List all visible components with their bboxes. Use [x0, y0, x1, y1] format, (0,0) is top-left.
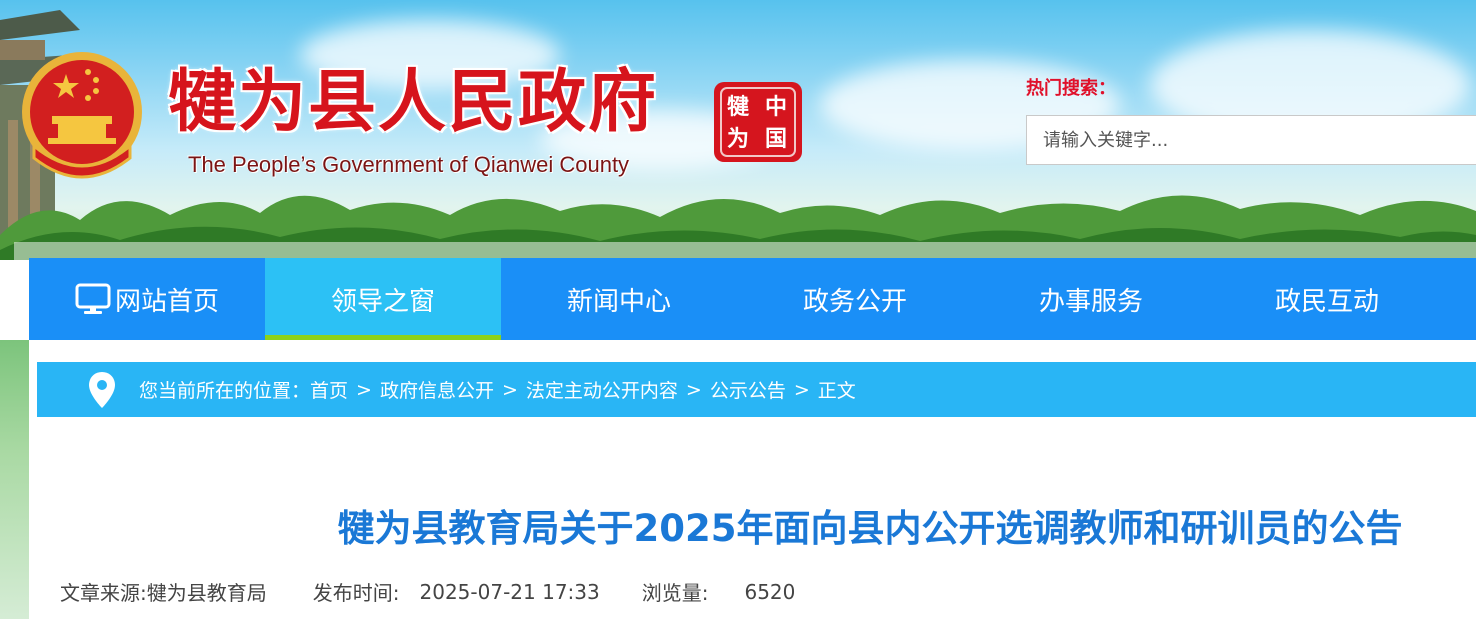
breadcrumb-item-home[interactable]: 首页 [310, 376, 348, 403]
national-emblem-icon [22, 52, 142, 179]
hot-search-label: 热门搜索： [1026, 78, 1116, 99]
breadcrumb-item-current: 正文 [817, 380, 856, 402]
nav-item-gov-affairs[interactable]: 政务公开 [737, 258, 973, 340]
publish-time-value: 2025-07-21 17:33 [419, 579, 600, 604]
nav-item-label: 办事服务 [1038, 286, 1143, 317]
breadcrumb-separator: > [501, 378, 518, 401]
nav-item-interaction[interactable]: 政民互动 [1209, 258, 1445, 340]
source-value: 犍为县教育局 [146, 581, 267, 605]
nav-item-services[interactable]: 办事服务 [973, 258, 1209, 340]
site-title: 犍为县人民政府 [168, 62, 659, 142]
seal-logo: 犍 中 为 国 [714, 82, 802, 162]
main-nav: 网站首页 领导之窗 新闻中心 政务公开 办事服务 政民互动 [29, 258, 1476, 340]
views-count: 6520 [744, 579, 796, 604]
nav-item-label: 网站首页 [114, 286, 219, 317]
nav-item-news[interactable]: 新闻中心 [501, 258, 737, 340]
left-decor-strip [0, 340, 29, 619]
svg-text:中: 中 [765, 94, 787, 120]
nav-item-home[interactable]: 网站首页 [29, 258, 265, 340]
location-pin-icon [89, 371, 115, 408]
site-subtitle: The People’s Government of Qianwei Count… [188, 152, 630, 177]
breadcrumb-separator: > [356, 378, 372, 401]
svg-text:犍: 犍 [727, 94, 750, 120]
publish-time-label: 发布时间: [312, 581, 400, 605]
monitor-icon [75, 283, 111, 314]
breadcrumb-item-gov-info[interactable]: 政府信息公开 [380, 376, 494, 403]
breadcrumb: 您当前所在的位置： 首页 > 政府信息公开 > 法定主动公开内容 > 公示公告 … [37, 362, 1476, 417]
search-input[interactable] [1026, 115, 1476, 165]
nav-item-label: 领导之窗 [330, 286, 435, 317]
header-banner: 犍为县人民政府 The People’s Government of Qianw… [0, 0, 1476, 260]
nav-item-label: 政务公开 [802, 286, 907, 317]
breadcrumb-separator: > [793, 378, 810, 401]
article-title: 犍为县教育局关于2025年面向县内公开选调教师和研训员的公告 [337, 507, 1403, 550]
breadcrumb-prefix: 您当前所在的位置： [139, 380, 311, 402]
article-meta: 文章来源: 犍为县教育局 发布时间: 2025-07-21 17:33 浏览量:… [60, 577, 795, 606]
nav-item-label: 政民互动 [1274, 286, 1379, 317]
nav-item-label: 新闻中心 [566, 286, 671, 317]
breadcrumb-separator: > [685, 378, 702, 401]
breadcrumb-item-statutory[interactable]: 法定主动公开内容 [526, 376, 678, 403]
svg-text:国: 国 [765, 126, 787, 152]
breadcrumb-item-notices[interactable]: 公示公告 [710, 376, 786, 403]
svg-text:为: 为 [727, 126, 749, 152]
source-label: 文章来源: [60, 581, 147, 605]
nav-item-leadership[interactable]: 领导之窗 [265, 258, 501, 340]
views-label: 浏览量: [641, 581, 709, 605]
